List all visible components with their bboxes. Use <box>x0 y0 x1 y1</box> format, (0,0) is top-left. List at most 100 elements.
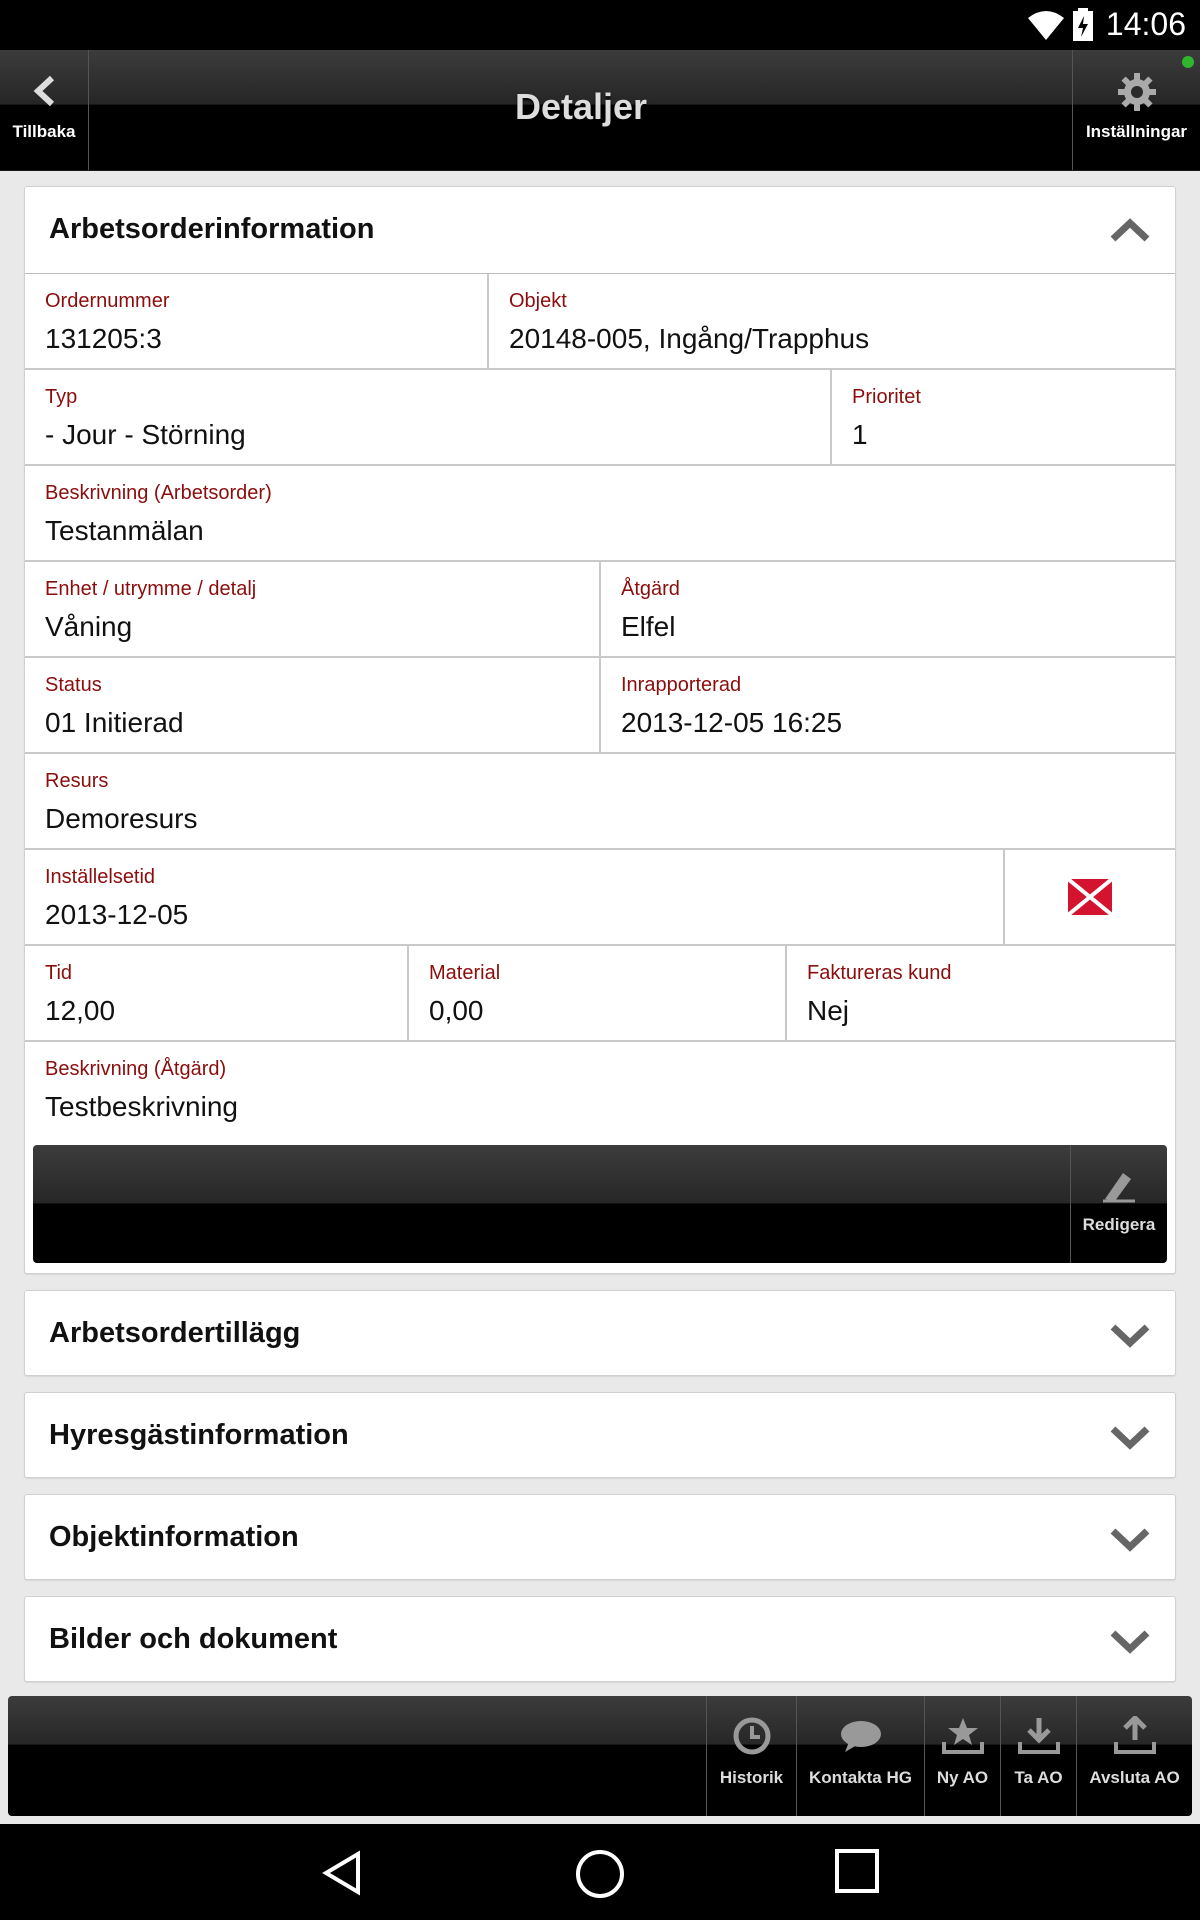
field-label: Status <box>45 674 102 696</box>
chevron-left-icon <box>33 75 55 107</box>
section-header: Objektinformation <box>25 1495 1175 1581</box>
row-action-description: Beskrivning (Åtgärd) Testbeskrivning <box>25 1042 1175 1136</box>
historik-button[interactable]: Historik <box>706 1696 796 1816</box>
field-value: 1 <box>852 419 868 450</box>
delete-icon <box>1067 878 1113 916</box>
field-value: 01 Initierad <box>45 707 184 738</box>
section-arbetsordertillagg[interactable]: Arbetsordertillägg <box>24 1290 1176 1376</box>
kontakta-label: Kontakta HG <box>809 1768 912 1787</box>
avsluta-ao-button[interactable]: Avsluta AO <box>1076 1696 1192 1816</box>
battery-icon <box>1073 8 1093 41</box>
work-order-panel: Arbetsorderinformation Ordernummer 13120… <box>24 186 1176 1274</box>
field-label: Inrapporterad <box>621 674 742 696</box>
edit-button[interactable]: Redigera <box>1070 1145 1167 1263</box>
row-order: Ordernummer 131205:3 Objekt 20148-005, I… <box>25 274 1175 370</box>
section-title: Objektinformation <box>49 1521 299 1553</box>
back-label: Tillbaka <box>12 122 76 141</box>
field-label: Objekt <box>509 290 567 312</box>
back-nav-icon[interactable] <box>318 1848 368 1898</box>
section-title: Hyresgästinformation <box>49 1419 349 1451</box>
bottom-toolbar: Historik Kontakta HG Ny AO Ta AO Avsluta… <box>8 1696 1192 1816</box>
edit-toolbar: Redigera <box>33 1145 1167 1263</box>
section-objektinformation[interactable]: Objektinformation <box>24 1494 1176 1580</box>
section-header: Hyresgästinformation <box>25 1393 1175 1479</box>
chevron-down-icon <box>1110 1324 1150 1348</box>
edit-label: Redigera <box>1082 1215 1156 1234</box>
field-value: - Jour - Störning <box>45 419 246 450</box>
section-header: Bilder och dokument <box>25 1597 1175 1683</box>
speech-bubble-icon <box>840 1721 881 1752</box>
section-bilder-och-dokument[interactable]: Bilder och dokument <box>24 1596 1176 1682</box>
field-atgard: Åtgärd Elfel <box>599 562 1175 656</box>
field-status: Status 01 Initierad <box>25 658 599 752</box>
chevron-down-icon <box>1110 1426 1150 1450</box>
row-installelsetid: Inställelsetid 2013-12-05 <box>25 850 1175 946</box>
work-order-header[interactable]: Arbetsorderinformation <box>25 187 1175 274</box>
field-value: Elfel <box>621 611 676 642</box>
field-value: 131205:3 <box>45 323 162 354</box>
field-label: Beskrivning (Åtgärd) <box>45 1058 227 1080</box>
star-tray-icon <box>941 1718 984 1754</box>
field-value: 2013-12-05 <box>45 899 189 930</box>
back-button[interactable]: Tillbaka <box>0 50 89 170</box>
clock: 14:06 <box>1105 6 1186 42</box>
wifi-icon <box>1028 11 1064 40</box>
field-tid: Tid 12,00 <box>25 946 407 1040</box>
row-costs: Tid 12,00 Material 0,00 Faktureras kund … <box>25 946 1175 1042</box>
field-label: Typ <box>45 386 78 408</box>
section-header: Arbetsordertillägg <box>25 1291 1175 1377</box>
page-title: Detaljer <box>514 86 648 127</box>
field-value: 0,00 <box>429 995 484 1026</box>
field-label: Tid <box>45 962 73 984</box>
system-nav-bar <box>0 1824 1200 1920</box>
home-nav-icon[interactable] <box>574 1848 626 1900</box>
field-resurs: Resurs Demoresurs <box>25 754 1175 848</box>
field-label: Åtgärd <box>621 578 680 600</box>
field-faktureras: Faktureras kund Nej <box>785 946 1175 1040</box>
field-ordernummer: Ordernummer 131205:3 <box>25 274 487 368</box>
pencil-icon <box>1103 1173 1135 1203</box>
row-type: Typ - Jour - Störning Prioritet 1 <box>25 370 1175 466</box>
field-label: Material <box>429 962 501 984</box>
historik-label: Historik <box>719 1768 784 1787</box>
field-value: Testanmälan <box>45 515 204 546</box>
row-unit: Enhet / utrymme / detalj Våning Åtgärd E… <box>25 562 1175 658</box>
chevron-down-icon <box>1110 1630 1150 1654</box>
ny-ao-button[interactable]: Ny AO <box>924 1696 1000 1816</box>
field-material: Material 0,00 <box>407 946 785 1040</box>
field-value: Våning <box>45 611 133 642</box>
field-value: 2013-12-05 16:25 <box>621 707 843 738</box>
row-status: Status 01 Initierad Inrapporterad 2013-1… <box>25 658 1175 754</box>
field-beskrivning-ao: Beskrivning (Arbetsorder) Testanmälan <box>25 466 1175 560</box>
row-description: Beskrivning (Arbetsorder) Testanmälan <box>25 466 1175 562</box>
section-title: Arbetsordertillägg <box>49 1317 301 1349</box>
settings-button[interactable]: Inställningar <box>1072 50 1200 170</box>
ny-ao-label: Ny AO <box>936 1768 989 1787</box>
download-icon <box>1017 1718 1060 1754</box>
field-prioritet: Prioritet 1 <box>830 370 1175 464</box>
clear-date-button[interactable] <box>1003 850 1175 944</box>
online-indicator <box>1182 56 1194 68</box>
recents-nav-icon[interactable] <box>834 1848 880 1894</box>
field-label: Beskrivning (Arbetsorder) <box>45 482 272 504</box>
app-header: Tillbaka Detaljer Inställningar <box>0 50 1200 171</box>
field-label: Ordernummer <box>45 290 170 312</box>
kontakta-hg-button[interactable]: Kontakta HG <box>796 1696 924 1816</box>
settings-label: Inställningar <box>1085 122 1188 141</box>
gear-icon <box>1118 73 1156 111</box>
field-typ: Typ - Jour - Störning <box>25 370 830 464</box>
field-label: Enhet / utrymme / detalj <box>45 578 257 600</box>
field-label: Prioritet <box>852 386 921 408</box>
section-title: Bilder och dokument <box>49 1623 338 1655</box>
field-value: 12,00 <box>45 995 116 1026</box>
field-beskrivning-atgard: Beskrivning (Åtgärd) Testbeskrivning <box>25 1042 1175 1136</box>
field-value: Nej <box>807 995 850 1026</box>
field-objekt: Objekt 20148-005, Ingång/Trapphus <box>487 274 1175 368</box>
section-hyresgastinformation[interactable]: Hyresgästinformation <box>24 1392 1176 1478</box>
field-label: Faktureras kund <box>807 962 952 984</box>
field-value: Demoresurs <box>45 803 198 834</box>
clock-icon <box>733 1717 770 1755</box>
ta-ao-button[interactable]: Ta AO <box>1000 1696 1076 1816</box>
field-enhet: Enhet / utrymme / detalj Våning <box>25 562 599 656</box>
chevron-down-icon <box>1110 1528 1150 1552</box>
